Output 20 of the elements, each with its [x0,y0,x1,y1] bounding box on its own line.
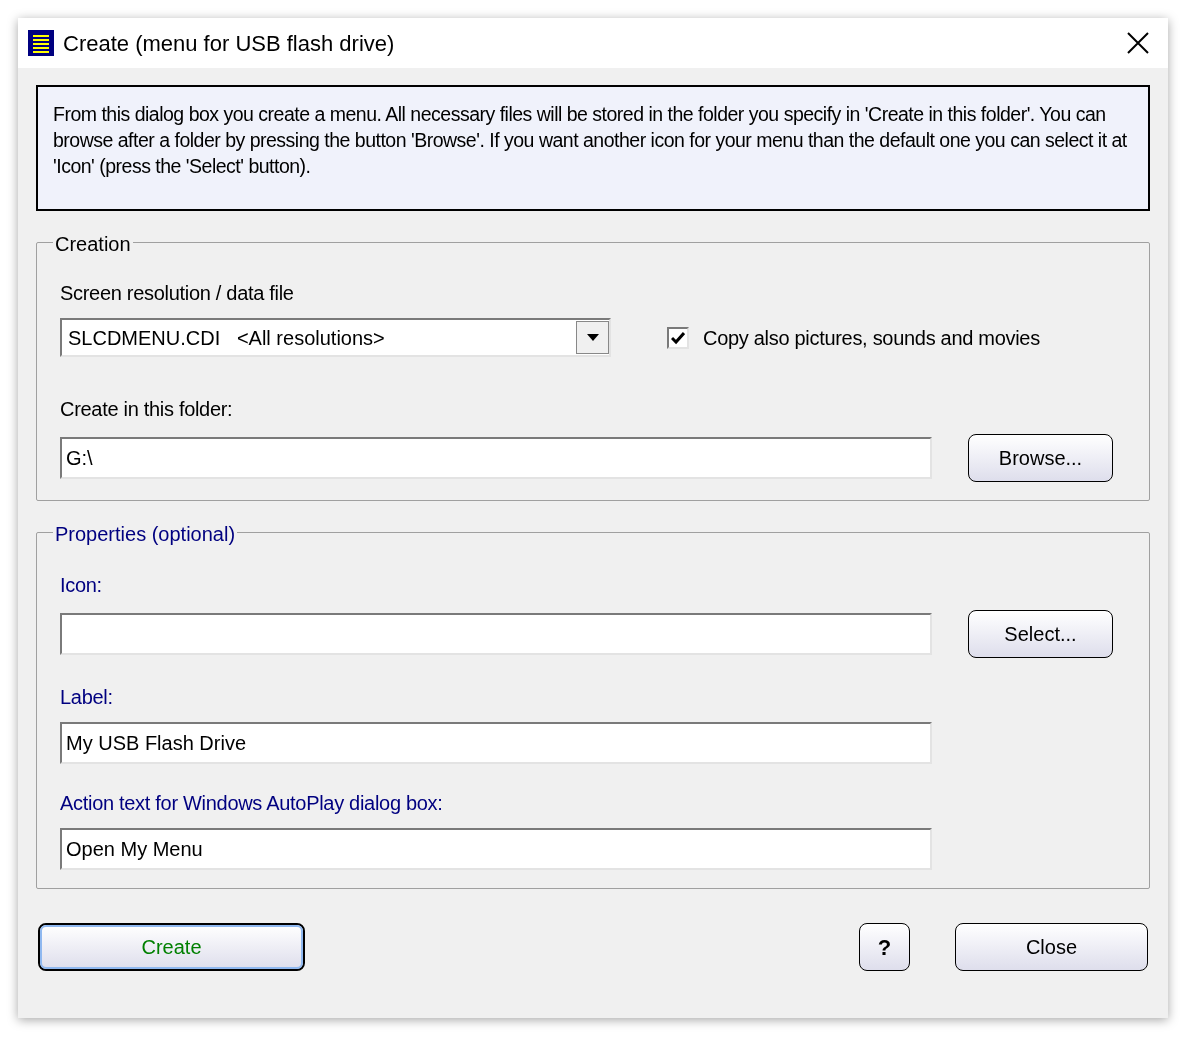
menu-lines-icon [28,30,54,56]
field-label: Label: [60,685,114,709]
field-label: Action text for Windows AutoPlay dialog box: [60,791,444,815]
text-field[interactable]: G:\ [60,437,932,479]
help-button[interactable]: ? [859,923,910,971]
checkbox[interactable] [667,326,689,349]
text-field[interactable]: Open My Menu [60,828,932,870]
field-label: Create in this folder: [60,397,234,421]
field-label: Icon: [60,573,103,597]
checkbox-label: Copy also pictures, sounds and movies [703,325,1040,351]
window-title: Create (menu for USB flash drive) [63,29,396,58]
close-icon[interactable] [1127,32,1149,54]
create-button[interactable]: Create [38,923,305,971]
info-text: From this dialog box you create a menu. All necessary files will be stored in the folder you specify in 'Create in this folder'. You can browse after a folder by pressing the button 'Browse'. If you want another icon for your menu than the default one you can select it at 'Icon' (press the 'Select' button). [36,85,1150,211]
text-field[interactable]: My USB Flash Drive [60,722,932,764]
field-label: Screen resolution / data file [60,281,295,305]
field-button[interactable]: Browse... [968,434,1113,482]
close-dialog-button[interactable]: Close [955,923,1148,971]
field-button[interactable]: Select... [968,610,1113,658]
dropdown[interactable]: SLCDMENU.CDI <All resolutions> [60,318,611,357]
